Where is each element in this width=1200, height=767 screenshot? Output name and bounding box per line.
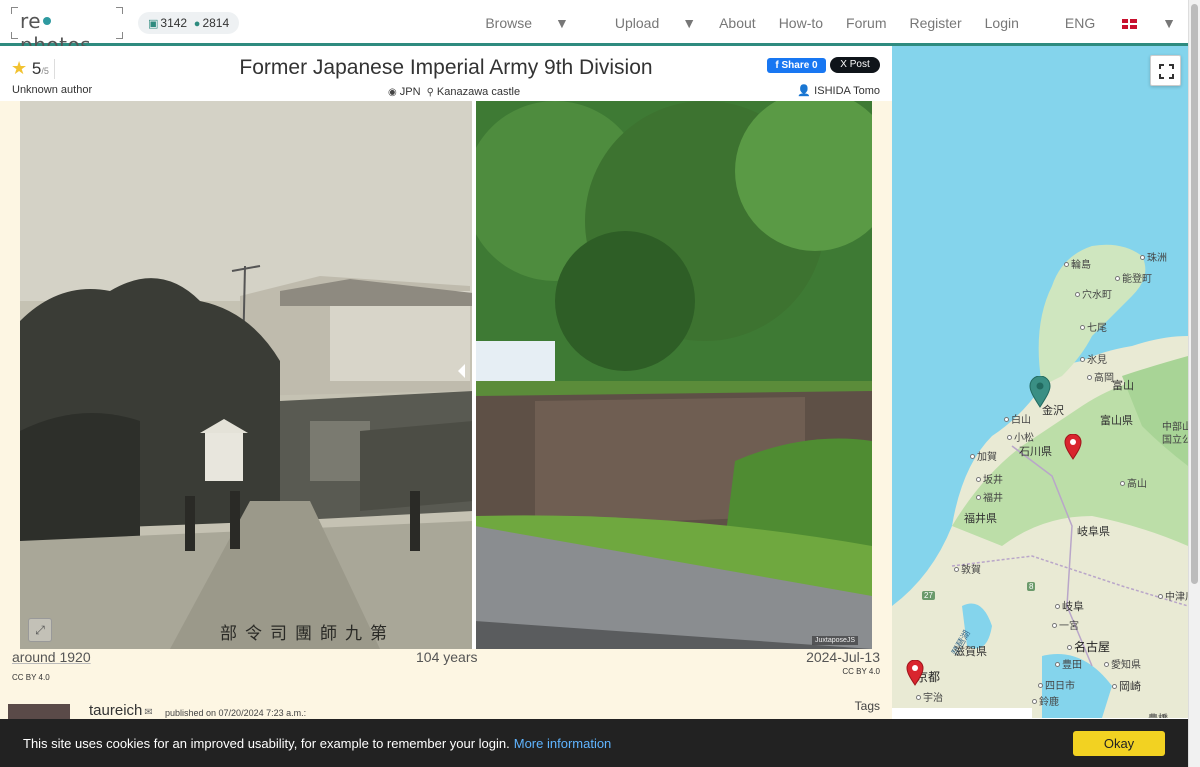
map-label: 中津川 (1158, 588, 1188, 603)
photo-panel: ★ 5/5 Unknown author Former Japanese Imp… (0, 46, 892, 767)
expand-icon[interactable]: ⤢ (28, 618, 52, 642)
page-title: Former Japanese Imperial Army 9th Divisi… (239, 56, 653, 79)
map-label: 名古屋 (1067, 638, 1110, 655)
facebook-share-button[interactable]: f Share 0 (767, 58, 826, 73)
main-nav: Browse ▼ Upload ▼ About How-to Forum Regis… (439, 0, 1176, 46)
caret-down-icon: ▼ (1162, 15, 1176, 31)
new-photo[interactable] (475, 101, 872, 649)
x-post-button[interactable]: X Post (830, 57, 880, 73)
logo-dot-icon (43, 17, 52, 25)
cookie-banner: This site uses cookies for an improved u… (0, 719, 1188, 767)
uk-flag-icon (1122, 19, 1138, 29)
map-label: 鈴鹿 (1032, 693, 1059, 708)
old-photo[interactable]: 部令司團師九第 (20, 101, 473, 649)
fullscreen-button[interactable] (1150, 55, 1181, 86)
fullscreen-icon (1159, 64, 1174, 79)
nav-register[interactable]: Register (910, 15, 962, 31)
user-icon: 👤 (797, 85, 812, 97)
time-span: 104 years (416, 649, 478, 665)
map-label: 宇治 (916, 689, 943, 704)
photo-marker-icon[interactable] (906, 660, 924, 686)
nav-forum[interactable]: Forum (846, 15, 886, 31)
scrollbar-thumb[interactable] (1191, 4, 1198, 584)
more-information-link[interactable]: More information (514, 736, 612, 751)
country-link[interactable]: JPN (400, 86, 421, 98)
language-selector[interactable]: ENG ▼ (1042, 15, 1176, 31)
comparison-slider-handle[interactable] (472, 101, 476, 649)
map-label: 岐阜県 (1077, 526, 1110, 538)
cookie-okay-button[interactable]: Okay (1073, 731, 1165, 756)
nav-browse[interactable]: Browse ▼ (462, 15, 569, 31)
map-label: 愛知県 (1104, 656, 1141, 671)
map-label: 国立公 (1162, 435, 1188, 446)
map-label: 豊田 (1055, 656, 1082, 671)
map-label: 白山 (1004, 411, 1031, 426)
page-scrollbar[interactable] (1188, 0, 1200, 767)
juxtapose-credit[interactable]: JuxtaposeJS (812, 636, 859, 645)
nav-upload[interactable]: Upload ▼ (592, 15, 696, 31)
map-label: 珠洲 (1140, 249, 1167, 264)
map-label: 滋賀県 (954, 646, 987, 658)
new-photo-photographer[interactable]: 👤 ISHIDA Tomo (797, 84, 880, 97)
old-photo-author: Unknown author (12, 84, 93, 96)
photo-count: 3142 (160, 16, 188, 30)
map-label: 坂井 (976, 471, 1003, 486)
map-label: 敦賀 (954, 561, 981, 576)
current-location-marker-icon[interactable] (1029, 376, 1051, 408)
uploader[interactable]: taureich ✉ (89, 702, 153, 719)
image-icon: ▣ (148, 18, 159, 30)
globe-icon: ◉ (388, 87, 397, 98)
map-label: 豊橋 (1148, 710, 1168, 718)
map-label: 高岡 (1087, 369, 1114, 384)
place-link[interactable]: Kanazawa castle (437, 86, 520, 98)
map-label: 穴水町 (1075, 286, 1112, 301)
published-date: published on 07/20/2024 7:23 a.m.: (165, 708, 307, 718)
map-label: 能登町 (1115, 270, 1152, 285)
map-label: 富山 (1112, 380, 1134, 392)
map-label: 富山県 (1100, 415, 1133, 427)
map-label: 氷見 (1080, 351, 1107, 366)
map-label: 加賀 (970, 448, 997, 463)
new-photo-date: 2024-Jul-13 (806, 649, 880, 665)
top-navbar: rephotos ▣ 3142 ● 2814 Browse ▼ Upload ▼ Abo… (0, 0, 1188, 57)
nav-about[interactable]: About (719, 15, 756, 31)
photo-marker-icon[interactable] (1064, 434, 1082, 460)
map-label: 輪島 (1064, 256, 1091, 271)
old-photo-caption: 部令司團師九第 (220, 624, 395, 644)
caret-down-icon: ▼ (555, 15, 569, 31)
envelope-icon[interactable]: ✉ (144, 707, 152, 718)
cookie-text: This site uses cookies for an improved u… (23, 736, 510, 751)
map-label: 一宮 (1052, 617, 1079, 632)
map-label: 石川県 (1019, 446, 1052, 458)
map-label: 小松 (1007, 429, 1034, 444)
photo-header: ★ 5/5 Unknown author Former Japanese Imp… (0, 46, 892, 101)
map-label: 福井県 (964, 513, 997, 525)
map-label: 四日市 (1038, 677, 1075, 692)
arrow-left-icon (458, 364, 465, 378)
site-logo[interactable]: rephotos (11, 7, 123, 57)
map-label: 27 (922, 591, 935, 600)
old-photo-license[interactable]: CC BY 4.0 (12, 673, 50, 682)
rating[interactable]: ★ 5/5 (11, 58, 49, 79)
location: ◉ JPN ⚲ Kanazawa castle (385, 86, 520, 98)
old-photo-date[interactable]: around 1920 (12, 649, 91, 665)
map-label: 高山 (1120, 475, 1147, 490)
nav-login[interactable]: Login (985, 15, 1019, 31)
caret-down-icon: ▼ (682, 15, 697, 31)
nav-how-to[interactable]: How-to (779, 15, 823, 31)
map-label: 福井 (976, 489, 1003, 504)
map-label: 岐阜 (1055, 598, 1084, 614)
user-count: 2814 (202, 16, 230, 30)
map-label: 8 (1027, 582, 1036, 591)
location-map[interactable]: 珠洲 輪島 能登町 穴水町 七尾 氷見 高岡 富山 金沢 白山 小松 富山県 中… (892, 46, 1188, 718)
site-stats: ▣ 3142 ● 2814 (138, 12, 240, 34)
map-label: 七尾 (1080, 319, 1107, 334)
star-icon: ★ (11, 58, 28, 78)
new-photo-license[interactable]: CC BY 4.0 (842, 667, 880, 676)
map-label: 岡崎 (1112, 678, 1141, 694)
tags-label: Tags (854, 699, 880, 713)
user-icon: ● (193, 18, 201, 30)
map-marker-icon: ⚲ (426, 87, 434, 98)
